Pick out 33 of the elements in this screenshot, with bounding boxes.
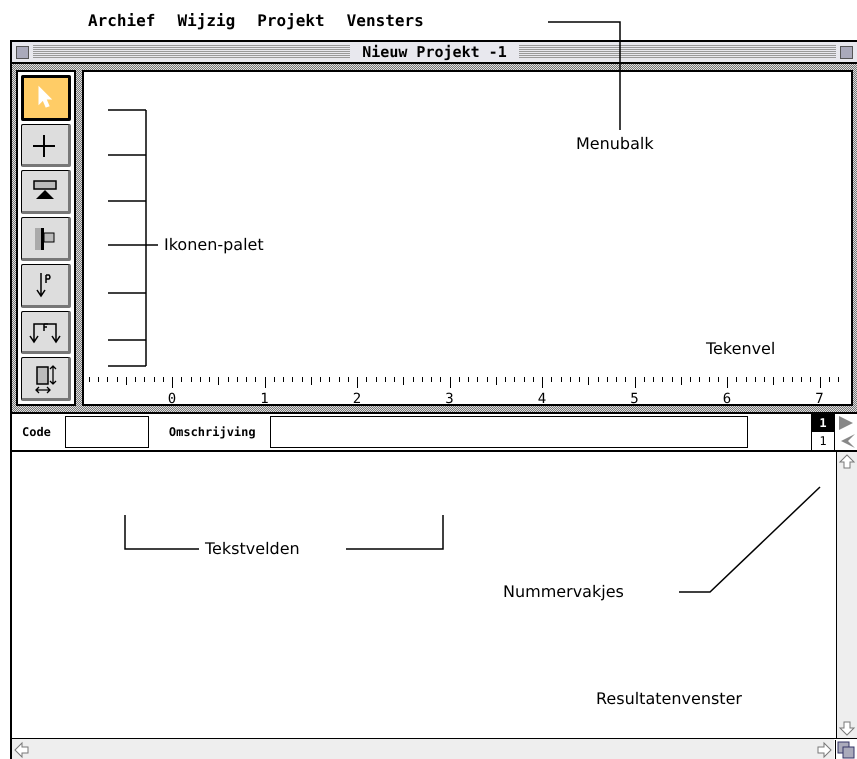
tool-button[interactable] <box>21 124 71 168</box>
menu-item[interactable]: Projekt <box>257 10 325 30</box>
ruler-label: 4 <box>538 391 546 404</box>
ruler-label: 0 <box>168 391 176 404</box>
window-title: Nieuw Projekt -1 <box>361 43 508 61</box>
ruler-label: 7 <box>815 391 824 404</box>
menu-item[interactable]: Wijzig <box>177 10 236 30</box>
vertical-scrollbar[interactable] <box>836 452 857 738</box>
ruler-label: 1 <box>260 391 269 404</box>
ruler-label: 6 <box>722 391 732 404</box>
ruler-label: 5 <box>630 391 639 404</box>
number-box[interactable]: 1 <box>812 414 834 432</box>
menu-item[interactable]: Archief <box>88 10 156 30</box>
menu-item[interactable]: Vensters <box>346 10 424 30</box>
tool-button[interactable] <box>21 75 71 121</box>
field-label: Omschrijving <box>168 425 256 439</box>
callout-label: Nummervakjes <box>502 582 625 602</box>
tool-button[interactable] <box>21 310 71 354</box>
ruler-label: 2 <box>352 391 362 404</box>
resize-icon[interactable] <box>835 740 856 759</box>
tool-button[interactable] <box>21 170 71 214</box>
close-box[interactable] <box>16 46 29 58</box>
text-field[interactable] <box>270 416 748 448</box>
tool-button[interactable] <box>21 357 71 402</box>
number-box[interactable]: 1 <box>812 432 834 450</box>
text-field[interactable] <box>64 416 149 448</box>
tool-button[interactable] <box>21 264 71 308</box>
tool-button[interactable] <box>21 217 71 261</box>
field-label: Code <box>22 425 51 439</box>
callout-label: Ikonen-palet <box>163 235 265 255</box>
zoom-box[interactable] <box>840 46 853 58</box>
ruler-label: 3 <box>445 391 454 404</box>
horizontal-scrollbar[interactable] <box>12 739 834 759</box>
